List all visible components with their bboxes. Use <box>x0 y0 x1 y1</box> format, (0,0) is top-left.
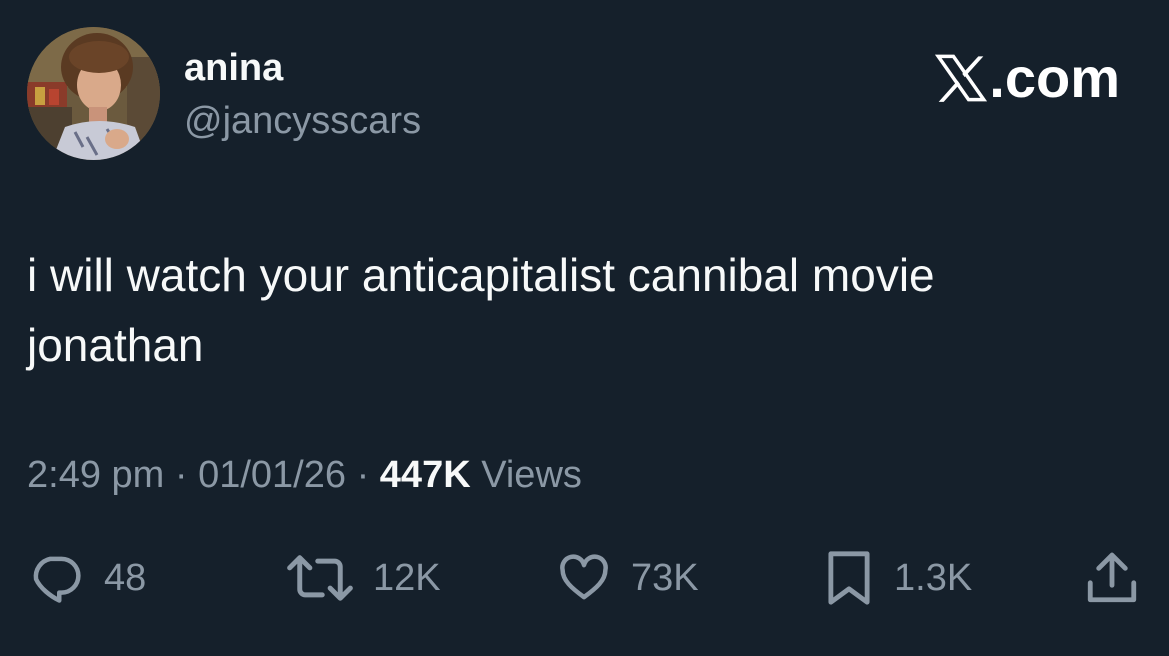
repost-button[interactable]: 12K <box>285 548 441 608</box>
bookmark-icon <box>828 551 870 605</box>
bookmark-button[interactable]: 1.3K <box>822 548 972 608</box>
meta-separator: · <box>174 454 188 496</box>
avatar-photo <box>27 27 160 160</box>
tweet-text-line: i will watch your anticapitalist canniba… <box>27 249 935 301</box>
reply-count: 48 <box>104 557 147 599</box>
heart-icon <box>560 554 608 600</box>
tweet-text-line: jonathan <box>27 319 204 371</box>
tweet-date[interactable]: 01/01/26 <box>198 454 346 496</box>
x-logo-icon <box>935 54 988 102</box>
reply-button[interactable]: 48 <box>28 548 146 608</box>
reply-icon <box>33 556 81 603</box>
meta-separator: · <box>356 454 370 496</box>
brand-watermark: .com <box>935 48 1120 108</box>
tweet-time[interactable]: 2:49 pm <box>27 454 164 496</box>
like-count: 73K <box>631 557 699 599</box>
display-name[interactable]: anina <box>184 46 283 90</box>
share-button[interactable] <box>1083 548 1141 608</box>
tweet-meta: 2:49 pm · 01/01/26 · 447K Views <box>27 453 582 497</box>
bookmark-count: 1.3K <box>894 557 973 599</box>
views-label: Views <box>481 454 582 496</box>
views-count[interactable]: 447K <box>380 454 471 496</box>
share-icon <box>1087 552 1137 603</box>
brand-domain-text: .com <box>989 46 1120 109</box>
action-bar: 48 12K 73K 1.3K <box>0 548 1169 608</box>
tweet-text: i will watch your anticapitalist canniba… <box>27 240 1127 380</box>
user-handle[interactable]: @jancysscars <box>184 99 421 143</box>
like-button[interactable]: 73K <box>555 548 699 608</box>
repost-count: 12K <box>373 557 441 599</box>
avatar[interactable] <box>27 27 160 160</box>
repost-icon <box>287 555 353 601</box>
